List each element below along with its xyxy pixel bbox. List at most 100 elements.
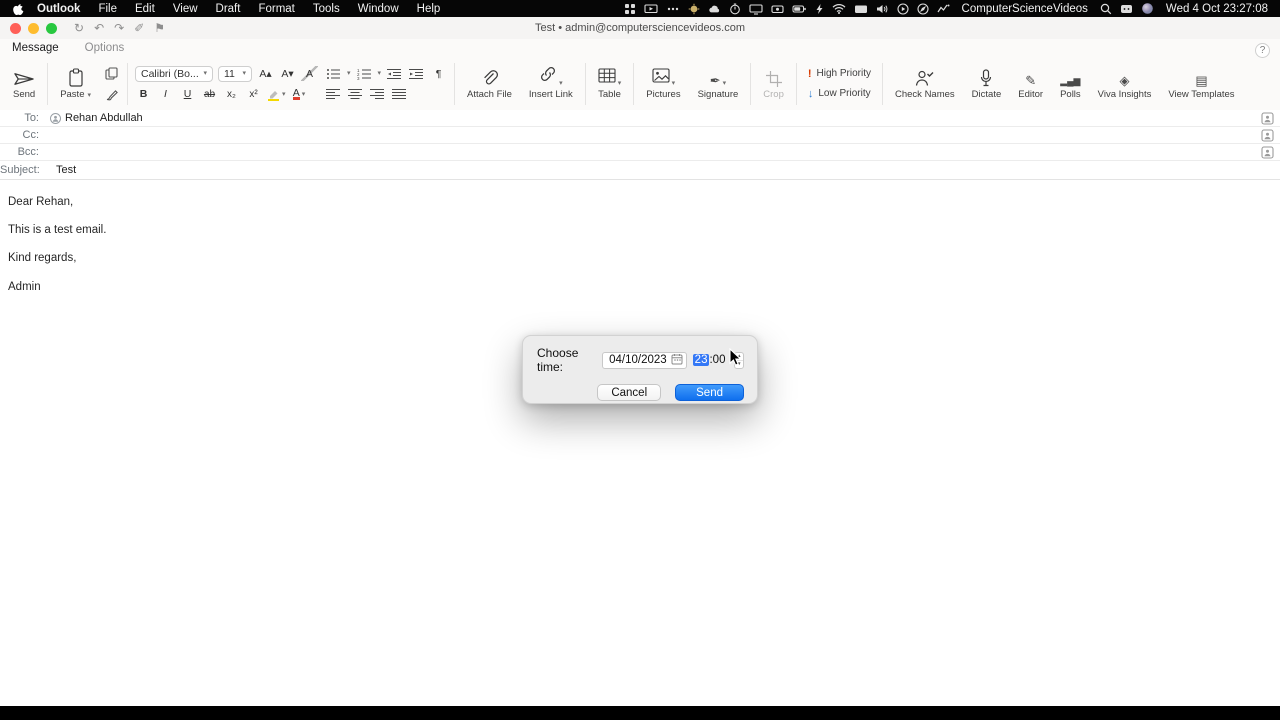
bolt-icon[interactable] (815, 3, 824, 15)
menu-tools[interactable]: Tools (304, 3, 349, 15)
message-body[interactable]: Dear Rehan, This is a test email. Kind r… (8, 196, 1272, 309)
bcc-input[interactable] (46, 144, 1254, 160)
tab-message[interactable]: Message (12, 42, 59, 54)
clear-formatting-button[interactable]: A (301, 66, 318, 81)
battery-icon[interactable] (792, 3, 807, 15)
cancel-button[interactable]: Cancel (597, 384, 662, 401)
time-input[interactable]: 23:00 (692, 354, 726, 366)
launchpad-icon[interactable] (624, 3, 636, 15)
tab-options[interactable]: Options (85, 42, 125, 54)
cloud-icon[interactable] (708, 3, 721, 15)
camera-icon[interactable] (770, 3, 784, 15)
to-input[interactable]: Rehan Abdullah (46, 110, 1254, 126)
table-button[interactable]: ▾ Table (593, 66, 627, 101)
attach-file-button[interactable]: Attach File (462, 66, 517, 101)
high-priority-button[interactable]: ! High Priority (808, 68, 871, 80)
undo-icon[interactable]: ↶ (94, 21, 104, 35)
help-button[interactable]: ? (1255, 43, 1270, 58)
input-source-icon[interactable] (1120, 3, 1133, 15)
menu-help[interactable]: Help (408, 3, 450, 15)
activity-icon[interactable] (937, 3, 950, 14)
justify-button[interactable] (391, 86, 408, 101)
polls-button[interactable]: ▂▄▆ Polls (1055, 66, 1086, 101)
date-input[interactable]: 04/10/2023 (602, 351, 687, 369)
italic-button[interactable]: I (157, 87, 174, 102)
wifi-icon[interactable] (832, 3, 846, 14)
low-priority-button[interactable]: ↓ Low Priority (808, 88, 871, 100)
menu-outlook[interactable]: Outlook (28, 3, 89, 15)
zoom-button[interactable] (46, 22, 57, 34)
align-center-button[interactable] (347, 86, 364, 101)
apple-menu-icon[interactable] (12, 2, 24, 16)
align-right-button[interactable] (369, 86, 386, 101)
font-size-select[interactable]: 11 ▾ (218, 65, 252, 82)
shrink-font-button[interactable]: A▾ (279, 66, 296, 81)
superscript-button[interactable]: x² (245, 87, 262, 102)
font-name-select[interactable]: Calibri (Bo... ▾ (135, 65, 213, 82)
menu-window[interactable]: Window (349, 3, 408, 15)
time-hour[interactable]: 23 (692, 354, 710, 366)
font-color-button[interactable]: A ▾ (291, 87, 308, 102)
play-icon[interactable] (896, 2, 909, 15)
signature-button[interactable]: ✒ ▾ Signature (693, 66, 744, 101)
recipient-chip[interactable]: Rehan Abdullah (46, 112, 147, 124)
underline-button[interactable]: U (179, 87, 196, 102)
align-left-button[interactable] (325, 86, 342, 101)
more-icon[interactable] (666, 3, 680, 15)
menubar-clock[interactable]: Wed 4 Oct 23:27:08 (1162, 3, 1268, 15)
address-book-button[interactable] (1254, 145, 1280, 159)
dictate-button[interactable]: Dictate (967, 66, 1007, 101)
insert-link-button[interactable]: ▾ Insert Link (524, 66, 578, 101)
stepper-down-icon[interactable]: ▼ (735, 361, 743, 368)
send-button[interactable]: Send (8, 66, 40, 101)
cc-input[interactable] (46, 127, 1254, 143)
search-icon[interactable] (1100, 3, 1112, 15)
paste-button[interactable]: Paste ▾ (55, 66, 96, 101)
stopwatch-icon[interactable] (729, 2, 741, 15)
address-book-button[interactable] (1254, 128, 1280, 142)
view-templates-button[interactable]: ▤ View Templates (1163, 66, 1239, 101)
format-painter-button[interactable] (103, 87, 120, 102)
assistant-icon[interactable] (1141, 2, 1154, 15)
menubar-username[interactable]: ComputerScienceVideos (958, 3, 1092, 15)
close-button[interactable] (10, 22, 21, 34)
bullets-button[interactable] (325, 66, 342, 81)
increase-indent-button[interactable] (408, 66, 425, 81)
draw-icon[interactable]: ✐ (134, 21, 144, 35)
menu-edit[interactable]: Edit (126, 3, 164, 15)
subscript-button[interactable]: x₂ (223, 87, 240, 102)
editor-button[interactable]: ✎ Editor (1013, 66, 1048, 101)
volume-icon[interactable] (876, 3, 889, 15)
screen-mirroring-icon[interactable] (643, 3, 658, 15)
weather-icon[interactable] (688, 3, 700, 15)
numbering-button[interactable]: 123 (356, 66, 373, 81)
menu-format[interactable]: Format (249, 3, 303, 15)
paragraph-marks-button[interactable]: ¶ (430, 66, 447, 81)
stepper-up-icon[interactable]: ▲ (735, 353, 743, 361)
decrease-indent-button[interactable] (386, 66, 403, 81)
pictures-button[interactable]: ▾ Pictures (641, 66, 685, 101)
menu-view[interactable]: View (164, 3, 207, 15)
address-book-button[interactable] (1254, 111, 1280, 125)
calendar-icon[interactable] (671, 353, 683, 368)
sync-icon[interactable]: ↻ (74, 21, 84, 35)
strikethrough-button[interactable]: ab (201, 87, 218, 102)
browser-icon[interactable] (916, 2, 929, 15)
dialog-send-button[interactable]: Send (675, 384, 744, 401)
copy-button[interactable] (103, 66, 120, 81)
display-icon[interactable] (748, 3, 763, 15)
flag-icon[interactable]: ⚑ (154, 21, 165, 35)
monitor-icon[interactable] (854, 3, 868, 15)
menu-file[interactable]: File (89, 3, 126, 15)
time-stepper[interactable]: ▲ ▼ (734, 351, 744, 369)
redo-icon[interactable]: ↷ (114, 21, 124, 35)
viva-insights-button[interactable]: ◈ Viva Insights (1093, 66, 1157, 101)
grow-font-button[interactable]: A▴ (257, 66, 274, 81)
menu-draft[interactable]: Draft (207, 3, 250, 15)
highlight-button[interactable]: ▾ (267, 87, 286, 102)
check-names-button[interactable]: Check Names (890, 66, 960, 101)
bold-button[interactable]: B (135, 87, 152, 102)
subject-input[interactable]: Test (46, 161, 1280, 179)
minimize-button[interactable] (28, 22, 39, 34)
time-minute[interactable]: 00 (713, 354, 726, 366)
